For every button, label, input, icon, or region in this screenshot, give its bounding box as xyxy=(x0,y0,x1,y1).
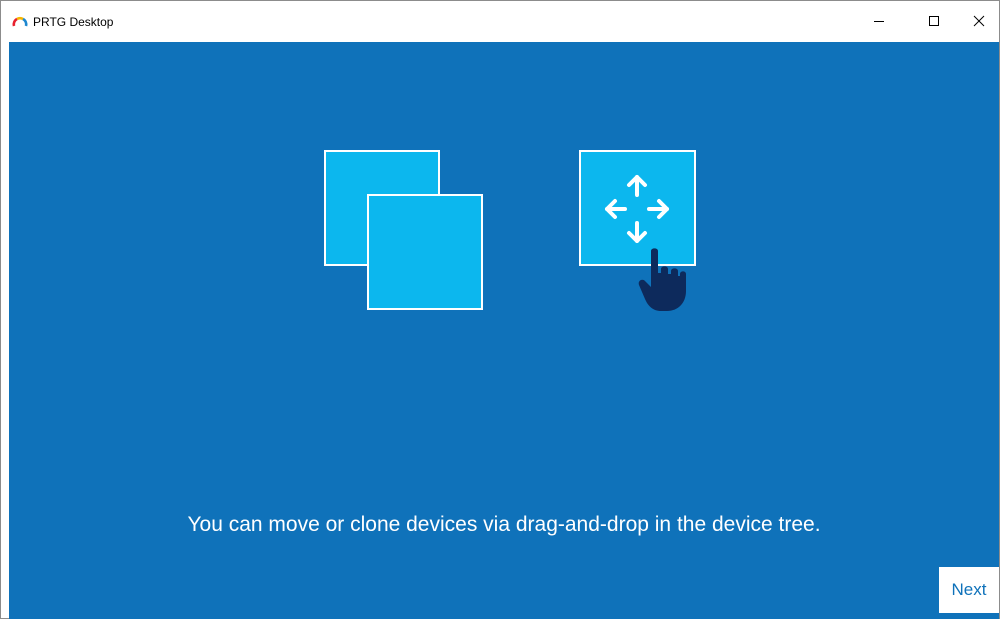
title-bar[interactable]: PRTG Desktop xyxy=(1,1,999,41)
close-button[interactable] xyxy=(956,1,1000,41)
onboarding-panel: You can move or clone devices via drag-a… xyxy=(9,42,999,619)
clone-front-square xyxy=(367,194,483,310)
minimize-button[interactable] xyxy=(856,1,902,41)
next-button[interactable]: Next xyxy=(939,567,999,613)
maximize-button[interactable] xyxy=(911,1,957,41)
move-arrows-icon xyxy=(605,175,669,243)
window-title: PRTG Desktop xyxy=(33,15,114,29)
maximize-icon xyxy=(929,16,939,26)
app-window: PRTG Desktop You can move or clone devic… xyxy=(0,0,1000,619)
hand-pointer-icon xyxy=(638,248,686,311)
close-icon xyxy=(973,15,985,27)
hint-message: You can move or clone devices via drag-a… xyxy=(187,513,821,536)
minimize-icon xyxy=(874,21,884,22)
prtg-gauge-icon xyxy=(12,16,28,27)
